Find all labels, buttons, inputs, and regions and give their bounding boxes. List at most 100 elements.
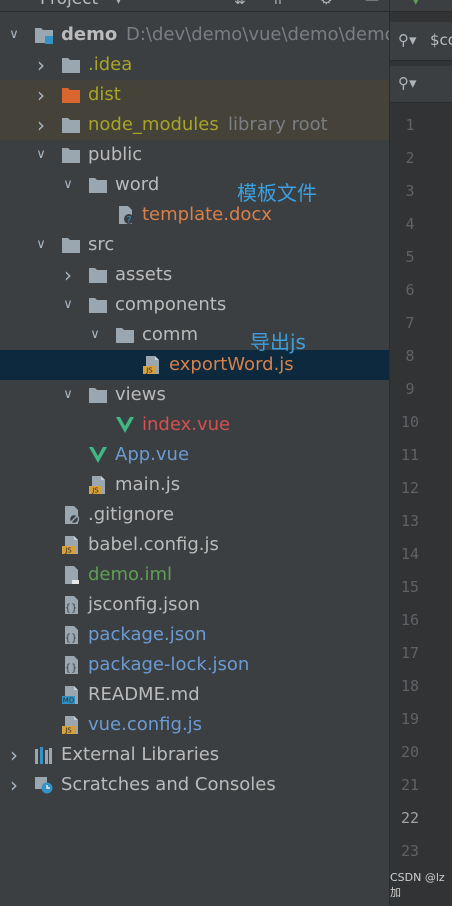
tree-item-readme[interactable]: MD README.md	[0, 680, 389, 710]
folder-icon	[61, 56, 81, 74]
annotation-export: 导出js	[250, 330, 306, 354]
excluded-folder-icon	[61, 86, 81, 104]
tree-item-label: components	[115, 294, 227, 315]
chevron-right-icon[interactable]: ›	[33, 80, 49, 110]
tree-item-label: package-lock.json	[88, 654, 250, 675]
folder-icon	[61, 116, 81, 134]
tree-item-vueconfig[interactable]: JS vue.config.js	[0, 710, 389, 740]
chevron-down-icon[interactable]: ∨	[60, 170, 76, 200]
tree-item-label: public	[88, 144, 143, 165]
tree-item-label: demo	[61, 24, 118, 45]
tree-item-label: node_modules	[88, 114, 219, 135]
tree-item-extlib[interactable]: › External Libraries	[0, 740, 389, 770]
tree-item-label: word	[115, 174, 160, 195]
editor-search-bar[interactable]: ⚲▾ $co	[390, 22, 452, 61]
line-number: 10	[400, 413, 420, 431]
expand-all-icon[interactable]: ⇈	[272, 0, 284, 8]
svg-text:JS: JS	[91, 487, 99, 495]
tree-item-word[interactable]: ∨ word	[0, 170, 389, 200]
folder-icon	[61, 236, 81, 254]
module-folder-icon	[34, 26, 54, 44]
svg-text:?: ?	[126, 215, 131, 224]
line-number: 23	[400, 842, 420, 860]
tree-item-node_modules[interactable]: › node_modules library root	[0, 110, 389, 140]
collapse-all-icon[interactable]: ⇊	[234, 0, 246, 8]
folder-icon	[88, 266, 108, 284]
chevron-down-icon[interactable]: ▾	[115, 0, 122, 8]
tree-item-label: Scratches and Consoles	[61, 774, 276, 795]
tree-item-label: demo.iml	[88, 564, 172, 585]
tree-item-assets[interactable]: › assets	[0, 260, 389, 290]
line-number: 20	[400, 743, 420, 761]
tree-item-label: comm	[142, 324, 198, 345]
tree-item-package[interactable]: {} package.json	[0, 620, 389, 650]
tree-item-idea[interactable]: › .idea	[0, 50, 389, 80]
tree-item-app[interactable]: App.vue	[0, 440, 389, 470]
tree-item-babel[interactable]: JS babel.config.js	[0, 530, 389, 560]
chevron-down-icon[interactable]: ∨	[60, 380, 76, 410]
line-number: 8	[405, 347, 415, 365]
tree-item-gitignore[interactable]: .gitignore	[0, 500, 389, 530]
tree-item-label: .idea	[88, 54, 133, 75]
hide-icon[interactable]: —	[365, 0, 379, 8]
line-number: 3	[405, 182, 415, 200]
chevron-right-icon[interactable]: ›	[33, 110, 49, 140]
vue-file-icon	[88, 446, 108, 464]
js-file-icon: JS	[142, 356, 162, 374]
tree-item-hint: D:\dev\demo\vue\demo\demo	[126, 24, 389, 45]
tree-item-demo[interactable]: ∨ demo D:\dev\demo\vue\demo\demo	[0, 20, 389, 50]
tree-item-label: jsconfig.json	[88, 594, 200, 615]
tree-item-label: index.vue	[142, 414, 231, 435]
chevron-down-icon[interactable]: ∨	[6, 20, 22, 50]
line-number: 13	[400, 512, 420, 530]
tree-item-components[interactable]: ∨ components	[0, 290, 389, 320]
tree-item-packagelock[interactable]: {} package-lock.json	[0, 650, 389, 680]
folder-icon	[61, 146, 81, 164]
libraries-icon	[34, 746, 54, 764]
tree-item-label: babel.config.js	[88, 534, 219, 555]
tree-item-exportWord[interactable]: JS exportWord.js	[0, 350, 389, 380]
tree-item-jsconfig[interactable]: {} jsconfig.json	[0, 590, 389, 620]
gear-icon[interactable]: ⚙	[320, 0, 333, 8]
tree-item-iml[interactable]: demo.iml	[0, 560, 389, 590]
chevron-right-icon[interactable]: ›	[6, 770, 22, 800]
tree-item-label: main.js	[115, 474, 181, 495]
line-number: 15	[400, 578, 420, 596]
tree-item-label: dist	[88, 84, 121, 105]
tree-item-main[interactable]: JS main.js	[0, 470, 389, 500]
tree-item-label: App.vue	[115, 444, 190, 465]
tree-item-label: .gitignore	[88, 504, 175, 525]
tree-item-label: views	[115, 384, 166, 405]
tree-item-scratches[interactable]: › Scratches and Consoles	[0, 770, 389, 800]
chevron-down-icon[interactable]: ∨	[33, 230, 49, 260]
tree-item-public[interactable]: ∨ public	[0, 140, 389, 170]
unknown-file-icon: ?	[115, 206, 135, 224]
editor-tab-strip[interactable]: ▼	[390, 0, 452, 12]
project-tool-window: Project ▾ ⇊ ⇈ ⚙ — ∨ demo D:\dev\demo\vue\d…	[0, 0, 389, 906]
line-number: 4	[405, 215, 415, 233]
project-panel-title[interactable]: Project	[40, 0, 98, 9]
search-input[interactable]: $co	[430, 31, 452, 49]
line-number: 12	[400, 479, 420, 497]
tree-item-template[interactable]: ? template.docx	[0, 200, 389, 230]
tree-item-hint: library root	[228, 114, 328, 135]
json-file-icon: {}	[61, 656, 81, 674]
search-icon: ⚲▾	[398, 31, 417, 49]
tree-item-views[interactable]: ∨ views	[0, 380, 389, 410]
chevron-right-icon[interactable]: ›	[60, 260, 76, 290]
tree-item-label: External Libraries	[61, 744, 220, 765]
line-number: 18	[400, 677, 420, 695]
tree-item-comm[interactable]: ∨ comm	[0, 320, 389, 350]
chevron-down-icon[interactable]: ∨	[33, 140, 49, 170]
chevron-right-icon[interactable]: ›	[6, 740, 22, 770]
chevron-down-icon[interactable]: ∨	[60, 290, 76, 320]
tree-item-src[interactable]: ∨ src	[0, 230, 389, 260]
line-number: 14	[400, 545, 420, 563]
line-number: 5	[405, 248, 415, 266]
tree-item-label: vue.config.js	[88, 714, 203, 735]
editor-replace-bar[interactable]: ⚲▾	[390, 66, 452, 103]
tree-item-dist[interactable]: › dist	[0, 80, 389, 110]
tree-item-index[interactable]: index.vue	[0, 410, 389, 440]
chevron-down-icon[interactable]: ∨	[87, 320, 103, 350]
chevron-right-icon[interactable]: ›	[33, 50, 49, 80]
